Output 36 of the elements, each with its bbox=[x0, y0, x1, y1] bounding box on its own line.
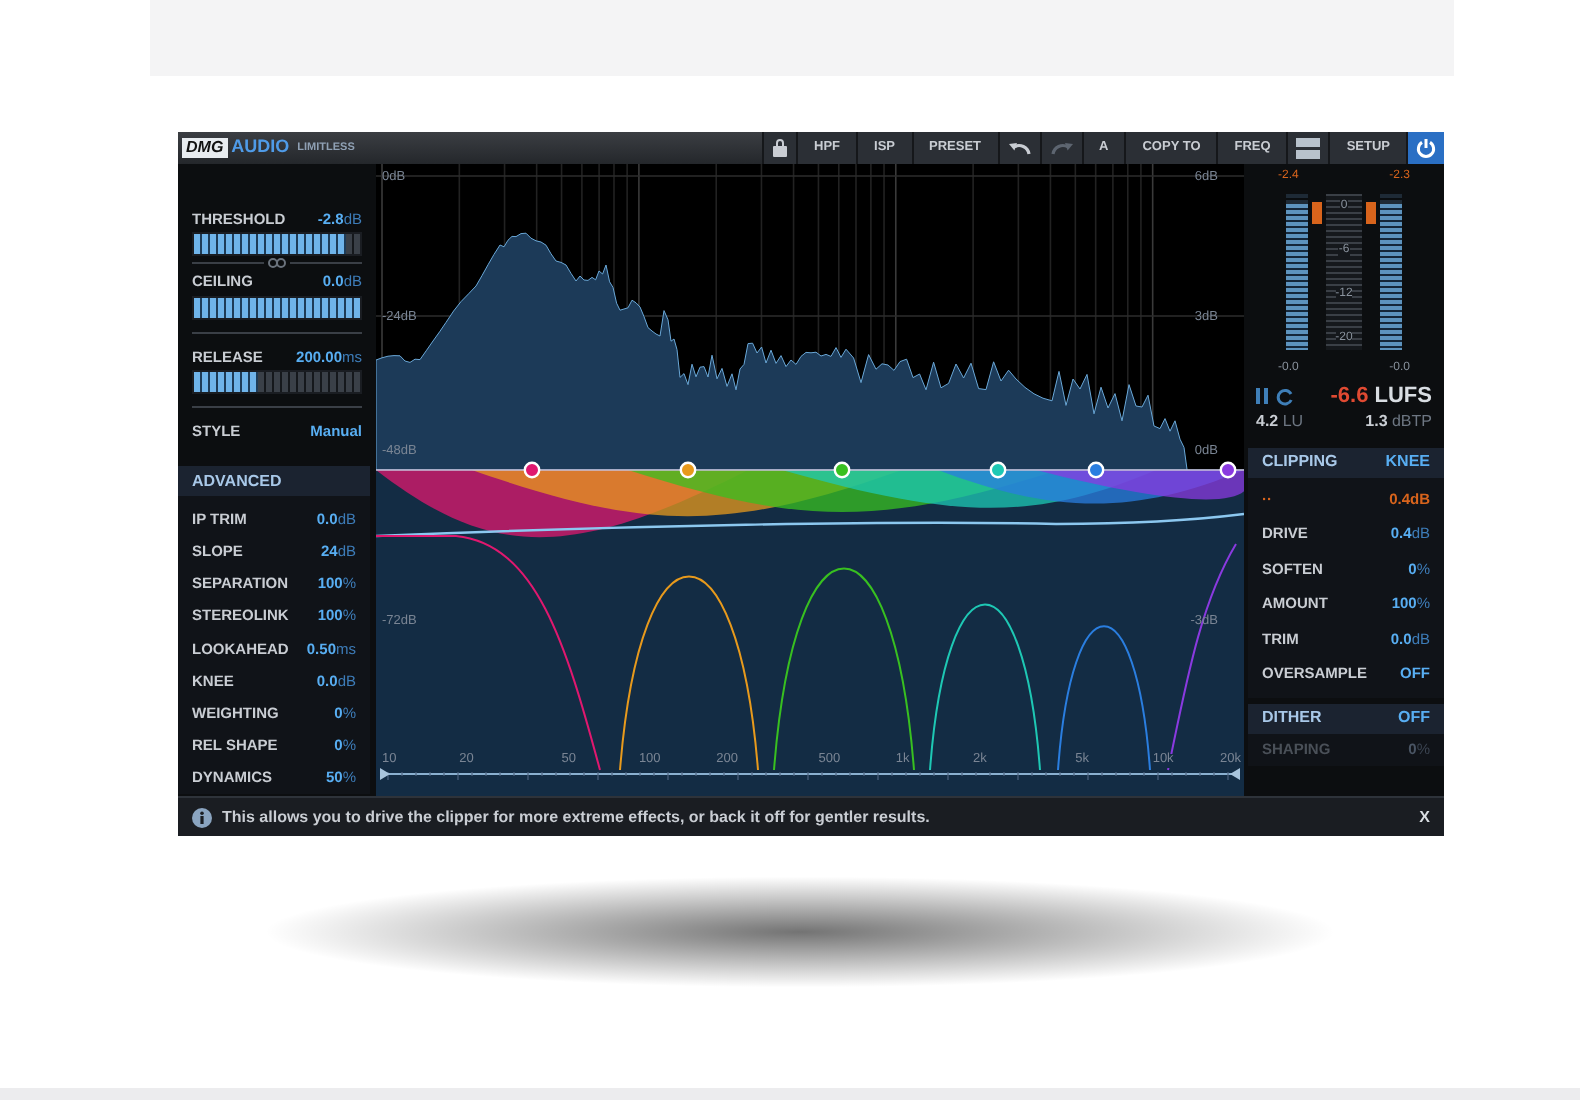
undo-button[interactable] bbox=[997, 132, 1040, 164]
clip-indicator bbox=[1312, 202, 1322, 224]
link-icon[interactable] bbox=[268, 258, 286, 269]
power-icon bbox=[1416, 138, 1436, 158]
clip-indicator bbox=[1366, 202, 1376, 224]
undo-icon bbox=[1007, 140, 1032, 156]
lock-icon bbox=[772, 138, 789, 158]
brand-logo: DMG bbox=[182, 138, 228, 158]
info-icon bbox=[192, 807, 212, 827]
layout-button[interactable] bbox=[1286, 132, 1329, 164]
reset-icon[interactable] bbox=[1276, 387, 1294, 406]
band-handle[interactable] bbox=[1219, 461, 1237, 479]
pause-icon[interactable] bbox=[1256, 388, 1268, 405]
level-slider[interactable] bbox=[192, 232, 362, 257]
layout-icon bbox=[1296, 137, 1321, 159]
lu-reading: 4.2 LU bbox=[1256, 413, 1304, 429]
band-handle[interactable] bbox=[833, 461, 851, 479]
band-handle[interactable] bbox=[523, 461, 541, 479]
band-handle[interactable] bbox=[989, 461, 1007, 479]
level-slider[interactable] bbox=[192, 369, 362, 394]
info-text: This allows you to drive the clipper for more extreme effects, or back it off for gentler results. bbox=[222, 805, 930, 829]
true-peak-reading: 1.3 dBTP bbox=[1365, 413, 1432, 429]
section-title: CLIPPING bbox=[1262, 450, 1338, 474]
section-title: ADVANCED bbox=[192, 469, 282, 494]
loudness-reading: -6.6 LUFS bbox=[1330, 382, 1432, 412]
scroll-track[interactable] bbox=[380, 768, 1240, 781]
brand-name: AUDIO bbox=[231, 134, 290, 161]
section-value[interactable]: KNEE bbox=[1385, 450, 1430, 474]
band-handle[interactable] bbox=[1087, 461, 1105, 479]
close-button[interactable]: X bbox=[1419, 805, 1430, 829]
lock-button[interactable] bbox=[762, 132, 797, 164]
section-title: DITHER bbox=[1262, 706, 1322, 730]
section-value[interactable]: OFF bbox=[1398, 706, 1430, 730]
power-button[interactable] bbox=[1406, 132, 1444, 164]
band-handle[interactable] bbox=[679, 461, 697, 479]
redo-icon bbox=[1049, 140, 1074, 156]
